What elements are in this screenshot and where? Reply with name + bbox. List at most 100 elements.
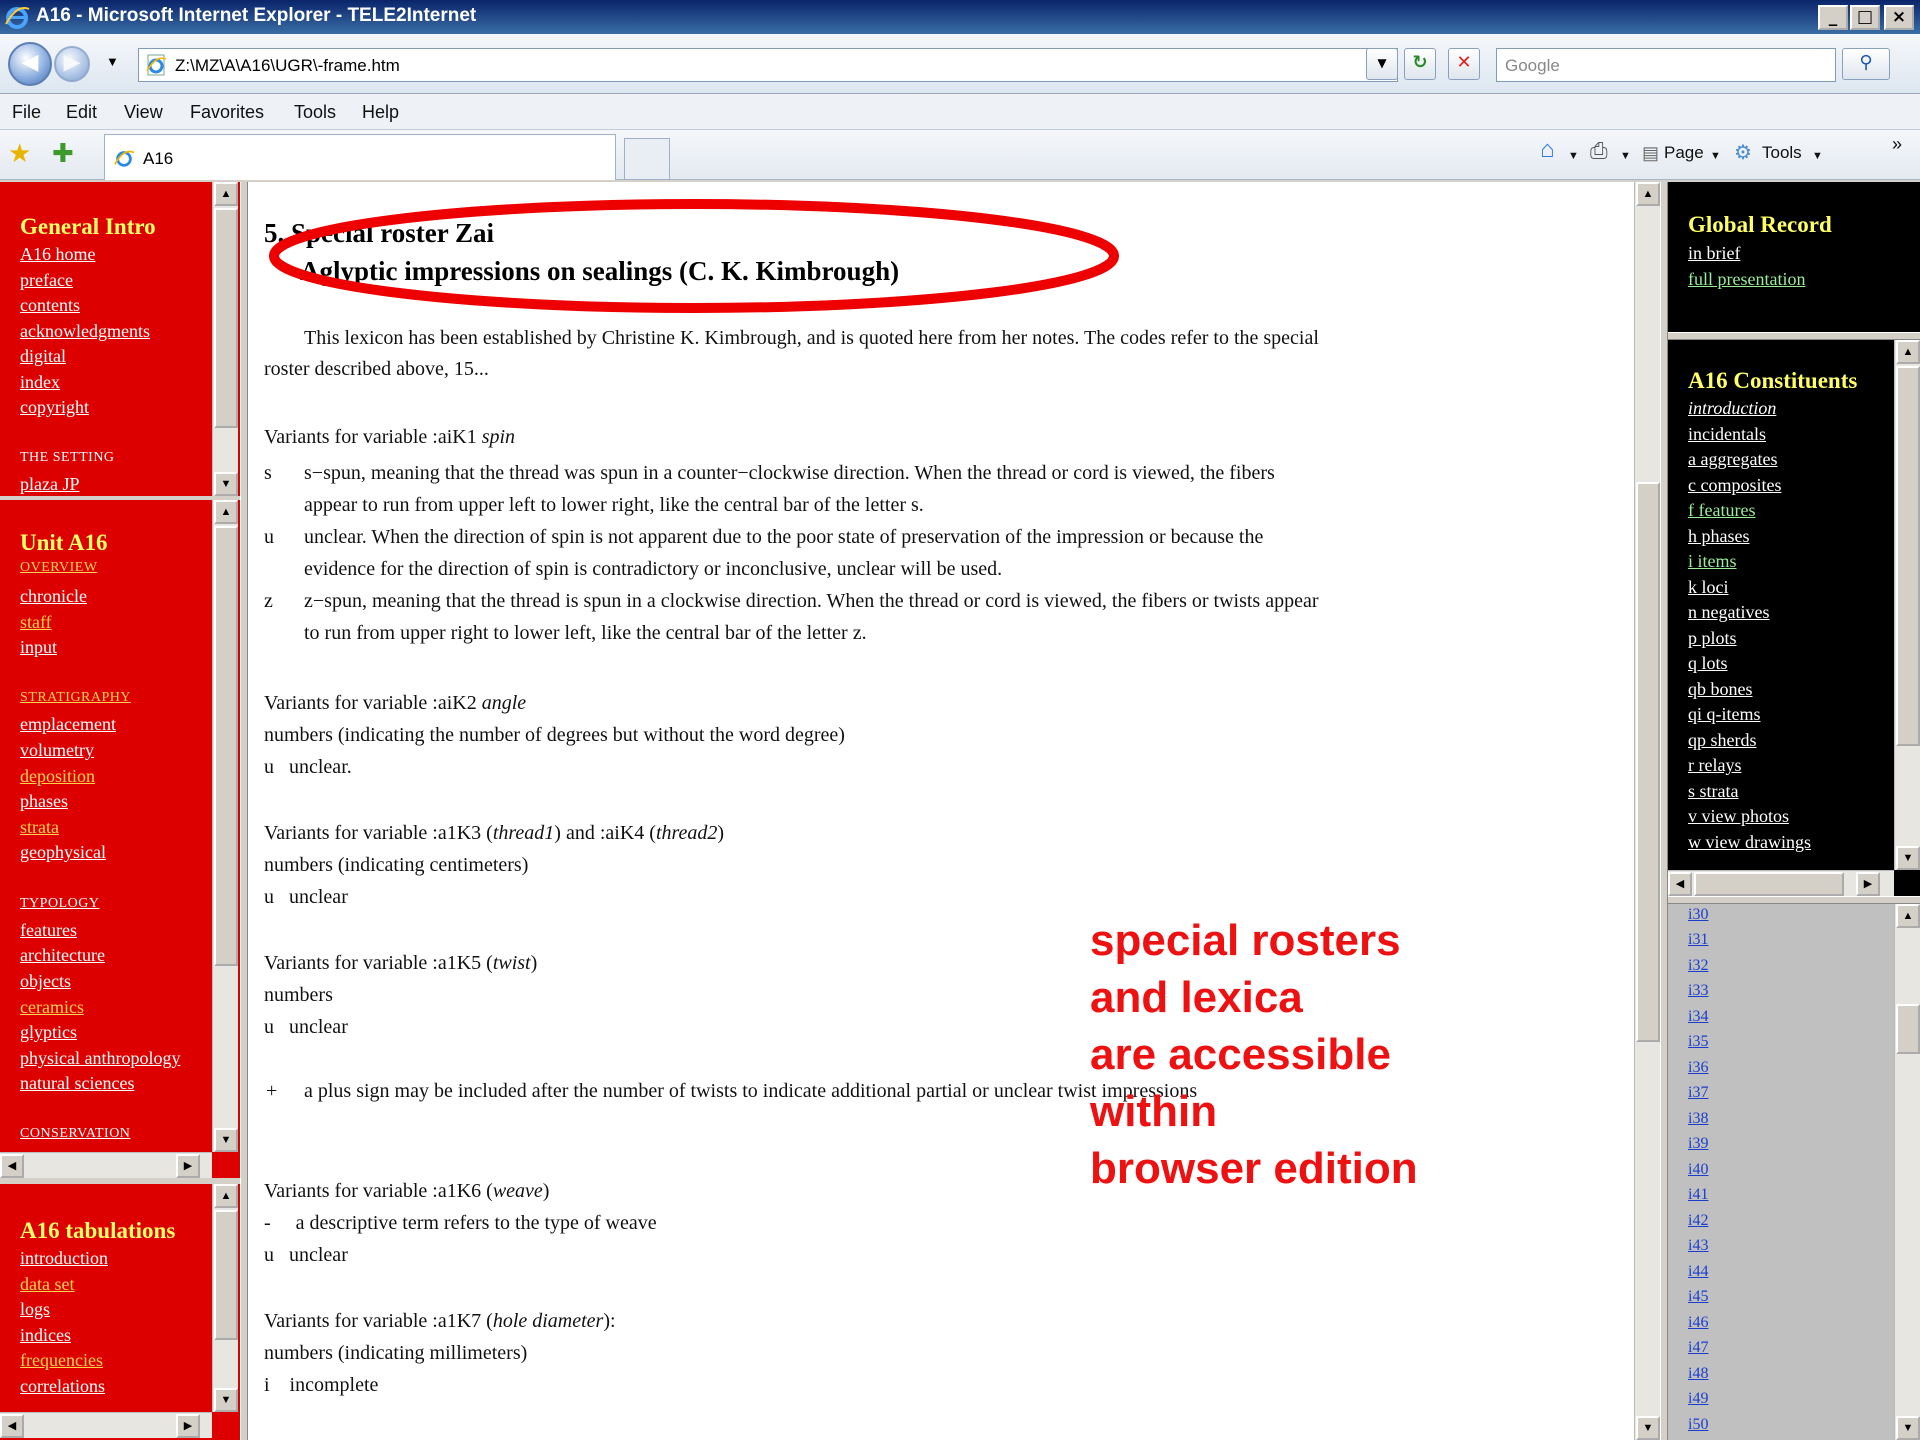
scroll-down-arrow[interactable]: ▼ <box>1896 846 1920 870</box>
nav-link-qb-bones[interactable]: qb bones <box>1688 679 1753 700</box>
address-input[interactable]: Z:\MZ\A\A16\UGR\-frame.htm <box>138 48 1398 82</box>
tab-a16[interactable]: A16 <box>104 134 616 180</box>
scroll-down-arrow[interactable]: ▼ <box>1636 1416 1660 1440</box>
scroll-up-arrow[interactable]: ▲ <box>1896 340 1920 364</box>
horizontal-scrollbar[interactable]: ◀ ▶ <box>0 1152 212 1178</box>
item-link-i33[interactable]: i33 <box>1688 982 1708 1000</box>
nav-link-architecture[interactable]: architecture <box>20 945 105 966</box>
menu-file[interactable]: File <box>12 102 41 123</box>
scroll-left-arrow[interactable]: ◀ <box>0 1154 24 1178</box>
page-menu[interactable]: Page <box>1664 143 1704 163</box>
item-link-i43[interactable]: i43 <box>1688 1237 1708 1255</box>
horizontal-scrollbar[interactable]: ◀ ▶ <box>1668 870 1894 896</box>
scroll-right-arrow[interactable]: ▶ <box>176 1154 200 1178</box>
nav-link-q-lots[interactable]: q lots <box>1688 653 1728 674</box>
scroll-thumb[interactable] <box>214 208 238 428</box>
nav-link-frequencies[interactable]: frequencies <box>20 1350 103 1371</box>
scroll-thumb[interactable] <box>1896 1004 1920 1054</box>
nav-link-input[interactable]: input <box>20 637 57 658</box>
nav-link-acknowledgments[interactable]: acknowledgments <box>20 321 150 342</box>
scroll-up-arrow[interactable]: ▲ <box>214 182 238 206</box>
scroll-down-arrow[interactable]: ▼ <box>1896 1416 1920 1440</box>
nav-link-a16-home[interactable]: A16 home <box>20 244 96 265</box>
nav-link-contents[interactable]: contents <box>20 295 80 316</box>
nav-link-k-loci[interactable]: k loci <box>1688 577 1729 598</box>
nav-link-geophysical[interactable]: geophysical <box>20 842 106 863</box>
print-dropdown-icon[interactable]: ▼ <box>1620 150 1631 162</box>
page-dropdown-icon[interactable]: ▼ <box>1710 150 1721 162</box>
nav-link-ceramics[interactable]: ceramics <box>20 997 84 1018</box>
refresh-button[interactable]: ↻ <box>1404 48 1436 80</box>
nav-link-v-view-photos[interactable]: v view photos <box>1688 806 1789 827</box>
horizontal-scrollbar[interactable]: ◀ ▶ <box>0 1412 212 1438</box>
scroll-right-arrow[interactable]: ▶ <box>176 1414 200 1438</box>
scroll-thumb[interactable] <box>1694 872 1844 896</box>
nav-link-in-brief[interactable]: in brief <box>1688 243 1740 264</box>
vertical-scrollbar[interactable]: ▲ ▼ <box>1894 904 1920 1440</box>
item-link-i41[interactable]: i41 <box>1688 1186 1708 1204</box>
nav-link-volumetry[interactable]: volumetry <box>20 740 94 761</box>
scroll-thumb[interactable] <box>214 526 238 966</box>
maximize-button[interactable]: □ <box>1850 5 1880 30</box>
search-button[interactable]: ⚲ <box>1842 48 1890 80</box>
vertical-scrollbar[interactable]: ▲ ▼ <box>1634 182 1660 1440</box>
add-favorites-icon[interactable]: ✚ <box>52 138 74 169</box>
frame-divider-right[interactable] <box>1660 182 1668 1440</box>
nav-link-introduction[interactable]: introduction <box>20 1248 108 1269</box>
address-dropdown-button[interactable]: ▼ <box>1366 48 1398 80</box>
scroll-up-arrow[interactable]: ▲ <box>214 1184 238 1208</box>
nav-link-preface[interactable]: preface <box>20 270 73 291</box>
nav-link-overview[interactable]: Overview <box>20 560 98 576</box>
item-link-i46[interactable]: i46 <box>1688 1314 1708 1332</box>
nav-link-conservation[interactable]: Conservation <box>20 1126 130 1142</box>
item-link-i34[interactable]: i34 <box>1688 1008 1708 1026</box>
nav-link-i-items[interactable]: i items <box>1688 551 1737 572</box>
vertical-scrollbar[interactable]: ▲ ▼ <box>212 500 238 1152</box>
nav-link-logs[interactable]: logs <box>20 1299 50 1320</box>
item-link-i32[interactable]: i32 <box>1688 957 1708 975</box>
scroll-thumb[interactable] <box>214 1210 238 1340</box>
nav-link-h-phases[interactable]: h phases <box>1688 526 1750 547</box>
search-input[interactable]: Google <box>1496 48 1836 82</box>
new-tab-button[interactable] <box>624 138 670 180</box>
vertical-scrollbar[interactable]: ▲ ▼ <box>212 182 238 496</box>
nav-link-introduction[interactable]: introduction <box>1688 398 1776 419</box>
item-link-i42[interactable]: i42 <box>1688 1212 1708 1230</box>
item-link-i45[interactable]: i45 <box>1688 1288 1708 1306</box>
minimize-button[interactable]: _ <box>1818 5 1848 30</box>
recent-pages-dropdown-icon[interactable]: ▼ <box>106 54 119 69</box>
nav-link-correlations[interactable]: correlations <box>20 1376 105 1397</box>
nav-link-objects[interactable]: objects <box>20 971 71 992</box>
nav-link-staff[interactable]: staff <box>20 612 52 633</box>
tools-dropdown-icon[interactable]: ▼ <box>1812 150 1823 162</box>
menu-edit[interactable]: Edit <box>66 102 97 123</box>
nav-link-indices[interactable]: indices <box>20 1325 71 1346</box>
item-link-i38[interactable]: i38 <box>1688 1110 1708 1128</box>
nav-link-natural-sciences[interactable]: natural sciences <box>20 1073 134 1094</box>
nav-link-s-strata[interactable]: s strata <box>1688 781 1738 802</box>
vertical-scrollbar[interactable]: ▲ ▼ <box>1894 340 1920 870</box>
menu-view[interactable]: View <box>124 102 163 123</box>
nav-link-chronicle[interactable]: chronicle <box>20 586 87 607</box>
item-link-i48[interactable]: i48 <box>1688 1365 1708 1383</box>
item-link-i36[interactable]: i36 <box>1688 1059 1708 1077</box>
nav-link-n-negatives[interactable]: n negatives <box>1688 602 1769 623</box>
item-link-i44[interactable]: i44 <box>1688 1263 1708 1281</box>
menu-favorites[interactable]: Favorites <box>190 102 264 123</box>
nav-link-strata[interactable]: strata <box>20 817 59 838</box>
nav-link-deposition[interactable]: deposition <box>20 766 95 787</box>
nav-link-f-features[interactable]: f features <box>1688 500 1755 521</box>
nav-link-data-set[interactable]: data set <box>20 1274 74 1295</box>
nav-link-a-aggregates[interactable]: a aggregates <box>1688 449 1777 470</box>
menu-tools[interactable]: Tools <box>294 102 336 123</box>
nav-link-features[interactable]: features <box>20 920 77 941</box>
tools-menu[interactable]: Tools <box>1762 143 1802 163</box>
nav-link-phases[interactable]: phases <box>20 791 68 812</box>
nav-link-qp-sherds[interactable]: qp sherds <box>1688 730 1757 751</box>
nav-link-typology[interactable]: Typology <box>20 896 99 912</box>
frame-divider-right-bottom[interactable] <box>1668 896 1920 904</box>
nav-link-p-plots[interactable]: p plots <box>1688 628 1737 649</box>
scroll-down-arrow[interactable]: ▼ <box>214 1388 238 1412</box>
scroll-down-arrow[interactable]: ▼ <box>214 472 238 496</box>
frame-divider-right-top[interactable] <box>1668 332 1920 340</box>
